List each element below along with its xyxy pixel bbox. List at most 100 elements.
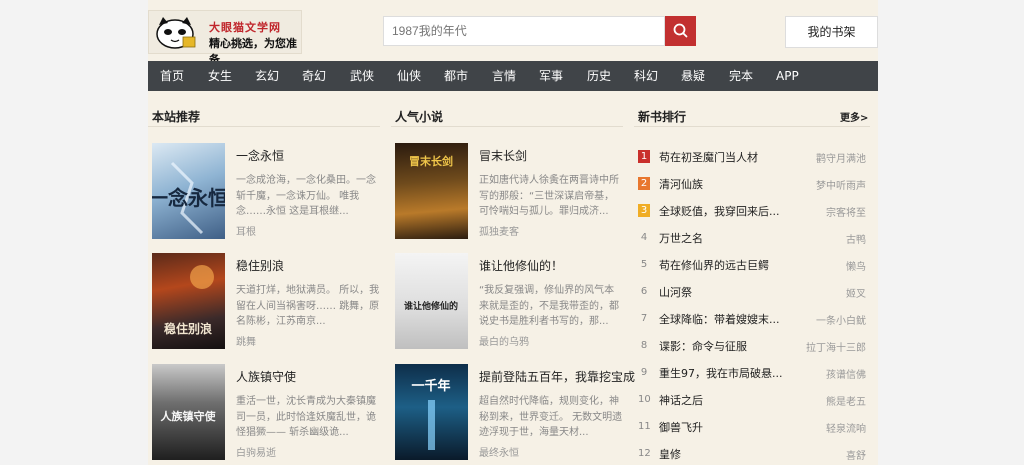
rank-author[interactable]: 宗客将至 [826,204,866,219]
rank-author[interactable]: 姬叉 [846,285,866,300]
my-bookshelf-button[interactable]: 我的书架 [785,16,878,48]
rank-author[interactable]: 鹳守月满池 [816,150,866,165]
cover-title: 人族镇守使 [161,409,217,423]
book-title[interactable]: 冒末长剑 [479,147,527,164]
book-author[interactable]: 跳舞 [236,333,256,348]
cover-art-icon: 谁让他修仙的 [404,300,458,312]
cover-art-icon: 一念永恒 [152,161,225,235]
search-input[interactable] [384,17,670,45]
rank-row[interactable]: 6 山河祭 姬叉 [638,282,866,302]
nav-item-wuxia[interactable]: 武侠 [350,61,374,91]
rank-number: 7 [640,313,648,324]
rank-row[interactable]: 11 御兽飞升 轻泉流响 [638,417,866,437]
rank-author[interactable]: 拉丁海十三郎 [806,339,866,354]
rank-book-title[interactable]: 谍影：命令与征服 [659,338,789,354]
rank-book-title[interactable]: 神话之后 [659,392,789,408]
book-author[interactable]: 最白的乌鸦 [479,333,529,348]
book-title[interactable]: 人族镇守使 [236,368,296,385]
rank-book-title[interactable]: 皇修 [659,446,789,462]
rank-book-title[interactable]: 山河祭 [659,284,789,300]
book-description: 一念成沧海，一念化桑田。一念斩千魔，一念诛万仙。 唯我念……永恒 这是耳根继..… [236,175,376,217]
rank-row[interactable]: 2 清河仙族 梦中听雨声 [638,174,866,194]
right-margin [878,0,1024,465]
rank-row[interactable]: 8 谍影：命令与征服 拉丁海十三郎 [638,336,866,356]
nav-item-romance[interactable]: 言情 [492,61,516,91]
nav-item-history[interactable]: 历史 [587,61,611,91]
book-title[interactable]: 谁让他修仙的！ [479,257,563,274]
book-author[interactable]: 最终永恒 [479,444,519,459]
rank-book-title[interactable]: 全球降临：带着嫂嫂末... [659,311,789,327]
nav-item-military[interactable]: 军事 [539,61,563,91]
book-description: 天道打烊，地狱满员。 所以，我留在人间当祸害呀…… 跳舞，原名陈彬，江苏南京..… [236,285,380,327]
nav-item-home[interactable]: 首页 [160,61,184,91]
rank-author[interactable]: 懒鸟 [846,258,866,273]
rank-author[interactable]: 轻泉流响 [826,420,866,435]
nav-item-mystery[interactable]: 悬疑 [681,61,705,91]
rank-author[interactable]: 古鸭 [846,231,866,246]
nav-item-app[interactable]: APP [776,61,799,91]
search-button[interactable] [665,16,696,46]
rank-row[interactable]: 7 全球降临：带着嫂嫂末... 一条小白鱿 [638,309,866,329]
rank-row[interactable]: 9 重生97，我在市局破悬... 孩谱信佛 [638,363,866,383]
book-description: “我反复强调，修仙界的风气本来就是歪的，不是我带歪的，都说史书是胜利者书写的，那… [479,285,619,327]
rank-book-title[interactable]: 苟在初圣魔门当人材 [659,149,789,165]
book-cover[interactable]: 稳住别浪 [152,253,225,349]
book-cover[interactable]: 冒末长剑 [395,143,468,239]
rank-author[interactable]: 熊是老五 [826,393,866,408]
cover-title: 稳住别浪 [164,321,212,336]
page: 大眼猫文学网damao.net 精心挑选，为您准备 我的书架 首页 女生 玄幻 … [148,0,878,465]
book-title[interactable]: 提前登陆五百年，我靠挖宝成 [479,368,635,385]
rank-row[interactable]: 10 神话之后 熊是老五 [638,390,866,410]
cat-mascot-icon [156,17,196,49]
rank-author[interactable]: 喜舒 [846,447,866,462]
book-author[interactable]: 白驹易逝 [236,444,276,459]
rank-book-title[interactable]: 清河仙族 [659,176,789,192]
cover-title: 谁让他修仙的 [404,300,458,312]
cover-art-icon: 稳住别浪 [164,265,214,336]
nav-item-female[interactable]: 女生 [208,61,232,91]
recommend-title: 本站推荐 [152,110,201,124]
rank-number: 12 [638,448,651,459]
nav-item-qihuan[interactable]: 奇幻 [302,61,326,91]
ranking-more-link[interactable]: 更多> [840,109,868,124]
rank-number: 5 [640,259,648,270]
rank-row[interactable]: 4 万世之名 古鸭 [638,228,866,248]
book-title[interactable]: 一念永恒 [236,147,284,164]
search-icon [673,23,688,38]
rank-book-title[interactable]: 重生97，我在市局破悬... [659,365,789,381]
cover-art-icon: 一千年 [411,378,451,450]
book-author[interactable]: 孤独麦客 [479,223,519,238]
rank-author[interactable]: 一条小白鱿 [816,312,866,327]
book-author[interactable]: 耳根 [236,223,256,238]
rank-row[interactable]: 12 皇修 喜舒 [638,444,866,464]
book-cover[interactable]: 一念永恒 [152,143,225,239]
nav-item-xuanhuan[interactable]: 玄幻 [255,61,279,91]
rank-number: 6 [640,286,648,297]
popular-title: 人气小说 [395,110,444,124]
rank-row[interactable]: 3 全球贬值，我穿回来后... 宗客将至 [638,201,866,221]
site-logo[interactable]: 大眼猫文学网damao.net 精心挑选，为您准备 [148,10,302,66]
book-cover[interactable]: 谁让他修仙的 [395,253,468,349]
rank-number: 3 [638,204,650,217]
main-nav: 首页 女生 玄幻 奇幻 武侠 仙侠 都市 言情 军事 历史 科幻 悬疑 完本 A… [148,61,878,91]
book-title[interactable]: 稳住别浪 [236,257,284,274]
rank-row[interactable]: 1 苟在初圣魔门当人材 鹳守月满池 [638,147,866,167]
rank-book-title[interactable]: 苟在修仙界的远古巨鳄 [659,257,789,273]
rank-row[interactable]: 5 苟在修仙界的远古巨鳄 懒鸟 [638,255,866,275]
nav-item-xianxia[interactable]: 仙侠 [397,61,421,91]
nav-item-completed[interactable]: 完本 [729,61,753,91]
header: 大眼猫文学网damao.net 精心挑选，为您准备 我的书架 [148,0,878,66]
cover-title: 一千年 [411,378,450,394]
rank-book-title[interactable]: 御兽飞升 [659,419,789,435]
rank-book-title[interactable]: 全球贬值，我穿回来后... [659,203,789,219]
rank-number: 1 [638,150,650,163]
rank-author[interactable]: 梦中听雨声 [816,177,866,192]
rank-author[interactable]: 孩谱信佛 [826,366,866,381]
rank-book-title[interactable]: 万世之名 [659,230,789,246]
book-cover[interactable]: 一千年 [395,364,468,460]
book-cover[interactable]: 人族镇守使 [152,364,225,460]
nav-item-scifi[interactable]: 科幻 [634,61,658,91]
nav-item-urban[interactable]: 都市 [444,61,468,91]
recommend-divider [148,126,380,127]
cover-art-icon: 冒末长剑 [409,154,453,168]
